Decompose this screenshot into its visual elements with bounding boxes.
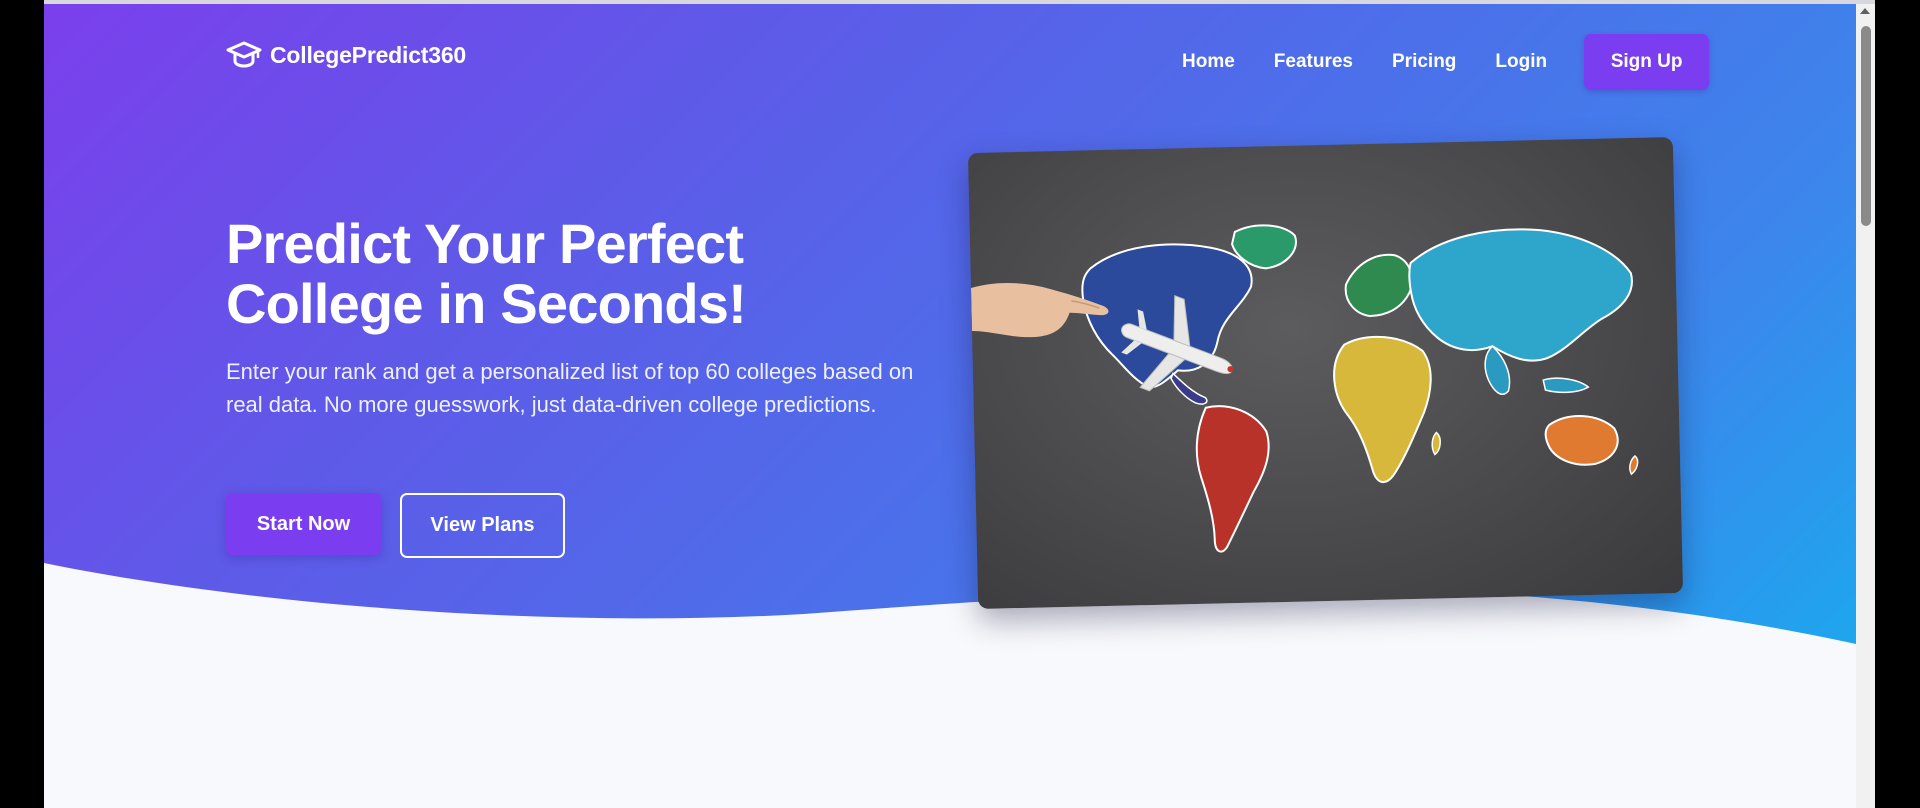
page-scrollbar[interactable] — [1856, 4, 1875, 808]
hero-image-world-map — [967, 137, 1684, 609]
brand-name: CollegePredict360 — [270, 41, 467, 68]
landing-page: CollegePredict360 Home Features Pricing … — [44, 4, 1856, 808]
navbar: CollegePredict360 Home Features Pricing … — [44, 4, 1856, 104]
nav-link-features[interactable]: Features — [1274, 51, 1353, 73]
scroll-up-arrow-icon[interactable] — [1860, 8, 1870, 14]
nav-link-home[interactable]: Home — [1182, 51, 1235, 73]
graduation-cap-icon — [226, 41, 262, 68]
hero-buttons: Start Now View Plans — [226, 493, 565, 558]
nav-link-login[interactable]: Login — [1495, 51, 1547, 73]
scrollbar-thumb[interactable] — [1861, 26, 1871, 226]
signup-button[interactable]: Sign Up — [1584, 34, 1710, 90]
nav-link-pricing[interactable]: Pricing — [1392, 51, 1456, 73]
view-plans-button[interactable]: View Plans — [400, 493, 565, 558]
hero-subtext: Enter your rank and get a personalized l… — [226, 359, 914, 417]
window-left-edge — [0, 0, 44, 808]
window-right-edge — [1875, 0, 1920, 808]
headline-line-1: Predict Your Perfect — [226, 212, 744, 275]
start-now-button[interactable]: Start Now — [226, 493, 381, 555]
nav-links: Home Features Pricing Login Sign Up — [1182, 34, 1710, 90]
headline-line-2: College in Seconds! — [226, 272, 747, 335]
hero-headline: Predict Your Perfect College in Seconds! — [226, 214, 846, 334]
brand-logo[interactable]: CollegePredict360 — [226, 40, 466, 70]
world-map-illustration — [970, 224, 1639, 553]
